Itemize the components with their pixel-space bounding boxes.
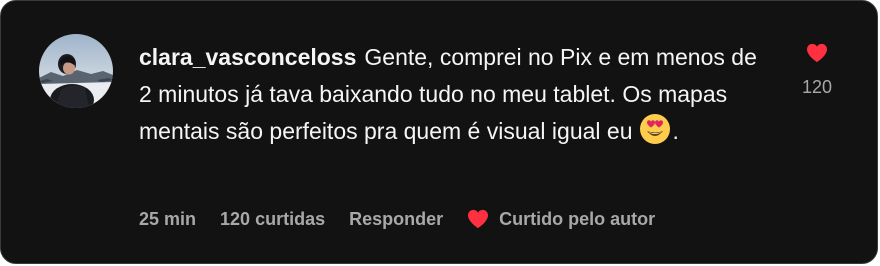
avatar[interactable]	[39, 34, 113, 108]
liked-by-author: Curtido pelo autor	[467, 209, 655, 230]
like-column: 120	[797, 43, 837, 98]
comment-text-end: .	[672, 118, 679, 144]
comment-card: clara_vasconceloss Gente, comprei no Pix …	[0, 0, 878, 264]
comment-body: clara_vasconceloss Gente, comprei no Pix …	[139, 39, 769, 150]
heart-icon[interactable]	[806, 43, 828, 63]
liked-by-author-label: Curtido pelo autor	[499, 208, 656, 229]
comment-meta: 25 min 120 curtidas Responder Curtido pe…	[139, 205, 655, 233]
like-count: 120	[801, 77, 833, 97]
timestamp[interactable]: 25 min	[139, 209, 196, 230]
avatar-photo	[39, 34, 113, 108]
reply-button[interactable]: Responder	[349, 209, 443, 230]
heart-icon	[468, 209, 489, 229]
likes-count-link[interactable]: 120 curtidas	[220, 209, 325, 230]
heart-eyes-emoji	[639, 113, 671, 145]
username[interactable]: clara_vasconceloss	[139, 44, 356, 70]
